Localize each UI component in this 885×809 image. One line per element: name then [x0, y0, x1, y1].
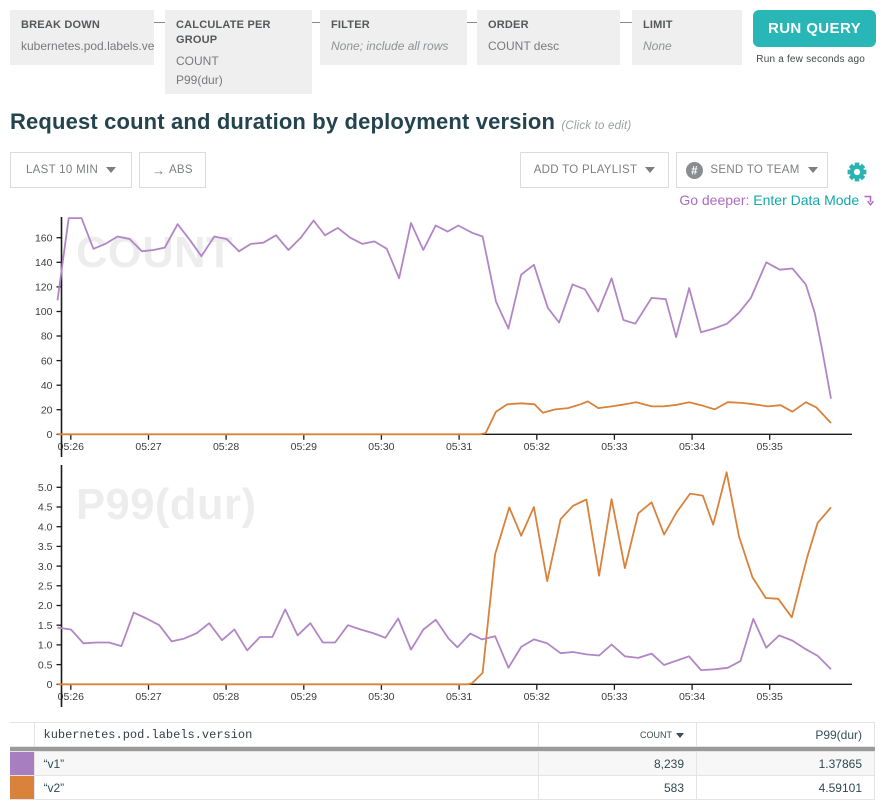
svg-text:05:28: 05:28: [213, 691, 239, 703]
svg-text:P99(dur): P99(dur): [76, 481, 256, 529]
svg-text:120: 120: [35, 282, 53, 294]
svg-text:05:34: 05:34: [679, 691, 705, 703]
svg-text:4.0: 4.0: [38, 521, 53, 533]
svg-text:20: 20: [41, 404, 53, 416]
svg-text:05:31: 05:31: [446, 441, 472, 453]
svg-text:05:35: 05:35: [757, 691, 783, 703]
svg-text:100: 100: [35, 306, 53, 318]
svg-text:COUNT: COUNT: [76, 229, 233, 277]
svg-text:140: 140: [35, 257, 53, 269]
svg-text:#: #: [692, 165, 699, 177]
svg-text:2.0: 2.0: [38, 600, 53, 612]
svg-text:3.5: 3.5: [38, 541, 53, 553]
svg-text:05:28: 05:28: [213, 441, 239, 453]
svg-text:05:35: 05:35: [757, 441, 783, 453]
svg-text:05:30: 05:30: [368, 441, 394, 453]
svg-text:05:30: 05:30: [368, 691, 394, 703]
svg-text:05:32: 05:32: [524, 441, 550, 453]
svg-text:0: 0: [47, 429, 53, 441]
svg-text:40: 40: [41, 380, 53, 392]
svg-text:05:27: 05:27: [135, 441, 161, 453]
svg-text:160: 160: [35, 232, 53, 244]
svg-text:3.0: 3.0: [38, 561, 53, 573]
svg-text:1.0: 1.0: [38, 640, 53, 652]
svg-text:5.0: 5.0: [38, 482, 53, 494]
svg-text:05:32: 05:32: [524, 691, 550, 703]
svg-text:60: 60: [41, 355, 53, 367]
svg-text:05:31: 05:31: [446, 691, 472, 703]
svg-text:05:29: 05:29: [291, 691, 317, 703]
svg-text:0: 0: [47, 679, 53, 691]
svg-text:4.5: 4.5: [38, 502, 53, 514]
svg-text:80: 80: [41, 331, 53, 343]
svg-text:05:33: 05:33: [601, 691, 627, 703]
svg-text:1.5: 1.5: [38, 620, 53, 632]
svg-text:05:34: 05:34: [679, 441, 705, 453]
svg-text:0.5: 0.5: [38, 659, 53, 671]
svg-text:05:27: 05:27: [135, 691, 161, 703]
svg-text:05:29: 05:29: [291, 441, 317, 453]
svg-text:05:33: 05:33: [601, 441, 627, 453]
svg-text:2.5: 2.5: [38, 581, 53, 593]
